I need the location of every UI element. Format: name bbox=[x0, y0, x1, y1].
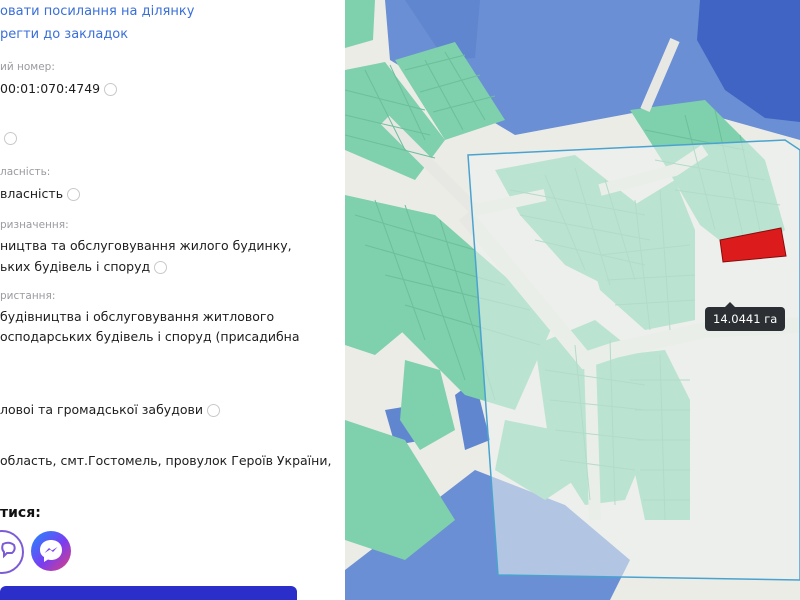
zoning-row: ловоі та громадської забудови bbox=[0, 402, 220, 417]
area-row bbox=[0, 130, 17, 145]
purpose-label: ризначення: bbox=[0, 219, 69, 231]
zoning-value: ловоі та громадської забудови bbox=[0, 402, 203, 417]
usage-label: ристання: bbox=[0, 290, 56, 302]
info-icon[interactable] bbox=[4, 132, 17, 145]
viber-icon bbox=[1, 541, 16, 559]
share-title: тися: bbox=[0, 505, 41, 521]
viber-share-button[interactable] bbox=[0, 530, 24, 574]
purpose-value-line2: ьких будівель і споруд bbox=[0, 259, 151, 274]
parcel-info-panel: овати посилання на ділянку регти до закл… bbox=[0, 0, 345, 600]
info-icon[interactable] bbox=[67, 188, 81, 201]
ownership-label: ласність: bbox=[0, 166, 51, 178]
info-icon[interactable] bbox=[154, 261, 168, 274]
cadastral-map[interactable]: 14.0441 га bbox=[345, 0, 800, 600]
primary-action-button[interactable] bbox=[0, 586, 297, 600]
info-icon[interactable] bbox=[104, 83, 118, 96]
purpose-value-line1: ництва та обслуговування жилого будинку, bbox=[0, 238, 292, 253]
info-icon[interactable] bbox=[206, 404, 220, 417]
add-bookmark-button[interactable]: регти до закладок bbox=[0, 27, 128, 42]
ownership-row: власність bbox=[0, 186, 81, 201]
map-canvas[interactable] bbox=[345, 0, 800, 600]
cadastral-number-label: ий номер: bbox=[0, 61, 55, 73]
area-tooltip: 14.0441 га bbox=[705, 302, 786, 331]
messenger-share-button[interactable] bbox=[31, 531, 71, 571]
ownership-value: власність bbox=[0, 186, 64, 201]
address-value: область, смт.Гостомель, провулок Героїв … bbox=[0, 453, 332, 468]
selection-area[interactable] bbox=[467, 139, 800, 581]
usage-value-line2: осподарських будівель і споруд (присадиб… bbox=[0, 329, 300, 344]
copy-link-button[interactable]: овати посилання на ділянку bbox=[0, 4, 194, 19]
cadastral-number-row: 00:01:070:4749 bbox=[0, 81, 118, 96]
messenger-icon bbox=[40, 540, 62, 562]
usage-value-line1: будівництва і обслуговування житлового bbox=[0, 309, 275, 324]
cadastral-number-value: 00:01:070:4749 bbox=[0, 81, 101, 96]
purpose-row-2: ьких будівель і споруд bbox=[0, 259, 168, 274]
